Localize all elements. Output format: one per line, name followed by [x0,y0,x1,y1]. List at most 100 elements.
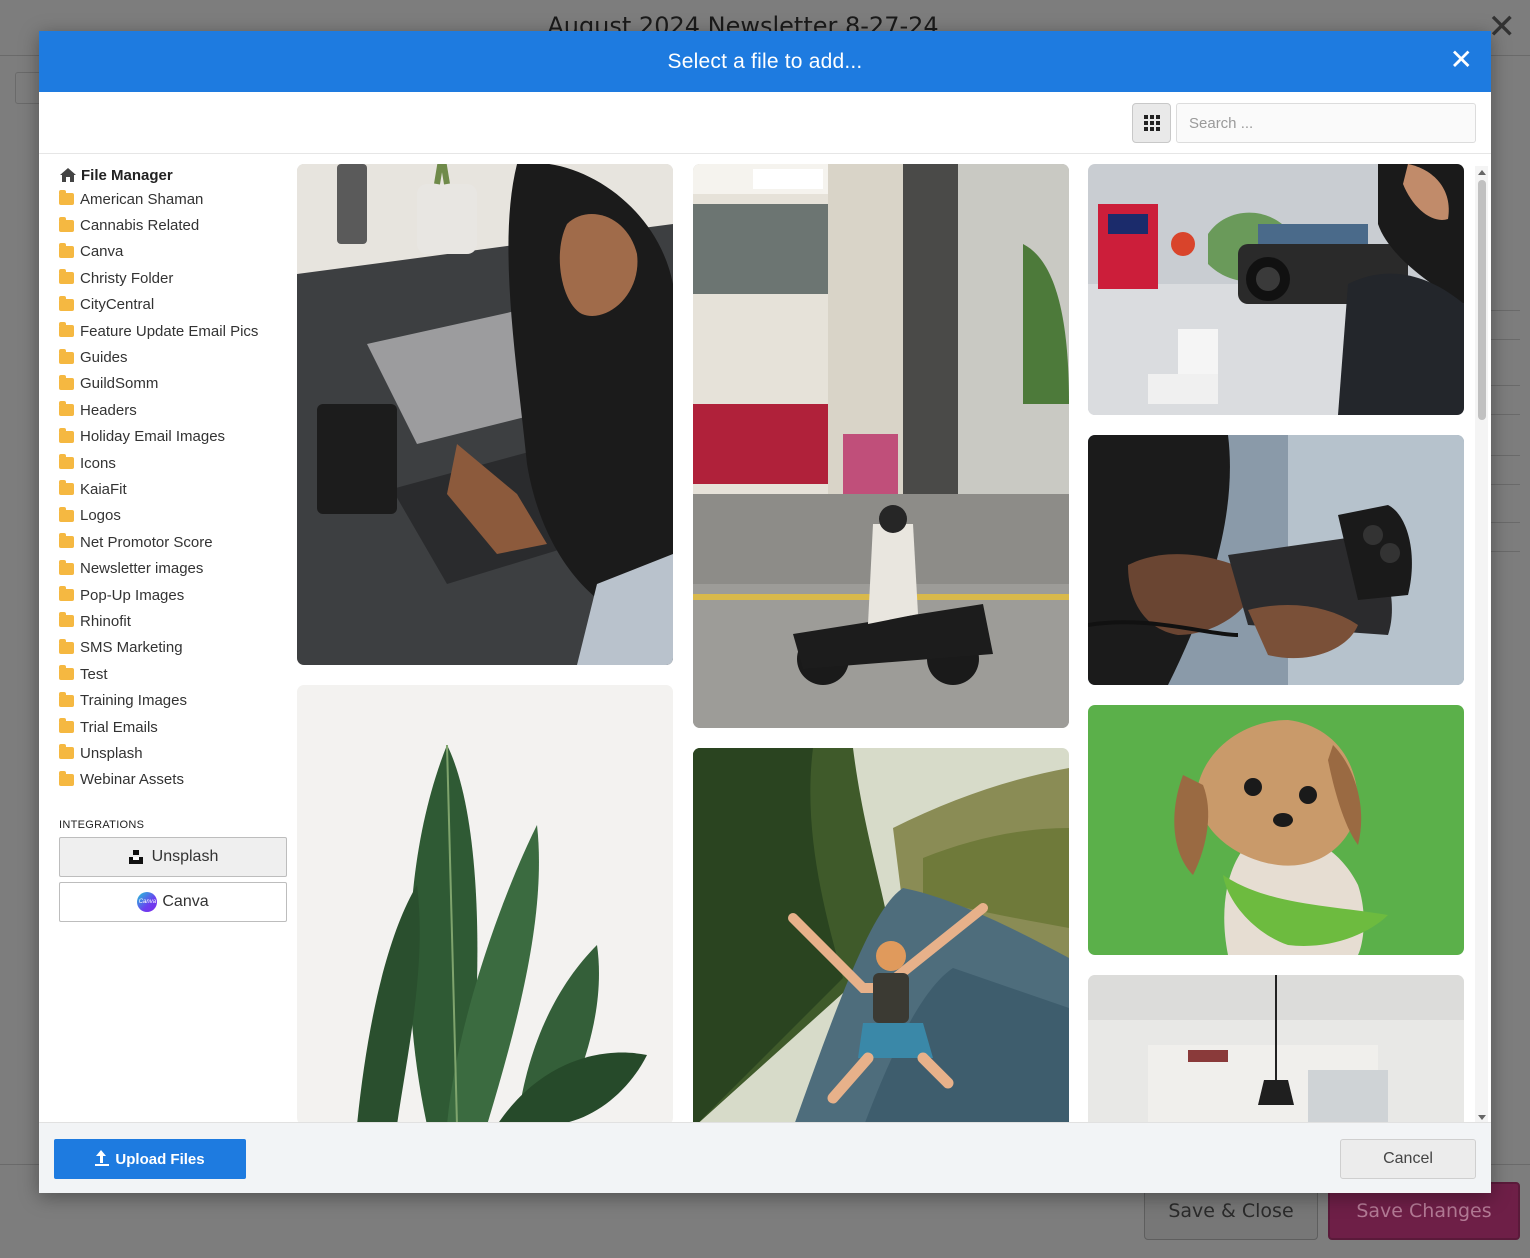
scroll-up-arrow-icon[interactable] [1478,170,1486,175]
portable-ssd-phone-photo [1088,435,1464,685]
folder-icon [59,612,74,628]
unsplash-icon [128,849,144,864]
gallery-image-tile[interactable] [1088,164,1464,415]
cliff-jump-river-photo [693,748,1069,1122]
folder-label: GuildSomm [80,375,159,393]
upload-files-button[interactable]: Upload Files [54,1139,246,1179]
folder-item[interactable]: Guides [59,344,289,370]
dog-green-bandana-photo [1088,705,1464,955]
editor-side-panel-edge [1490,522,1520,552]
folder-sidebar: File Manager American Shaman Cannabis Rel… [59,164,289,922]
pendant-lamp-room-photo [1088,975,1464,1122]
folder-icon [59,770,74,786]
gallery-image-tile[interactable] [1088,705,1464,955]
folder-label: Holiday Email Images [80,428,226,446]
folder-icon [59,295,74,311]
tropical-leaves-photo [297,685,673,1122]
folder-label: Newsletter images [80,560,204,578]
folder-label: Webinar Assets [80,771,184,789]
canva-label: Canva [162,892,209,910]
folder-item[interactable]: American Shaman [59,186,289,212]
folder-icon [59,242,74,258]
folder-item[interactable]: Newsletter images [59,555,289,581]
folder-label: Canva [80,243,124,261]
gallery-scrollbar[interactable] [1475,166,1488,1124]
home-icon [60,168,76,182]
folder-icon [59,190,74,206]
laptop-repair-photo [297,164,673,665]
gallery-image-tile[interactable] [297,685,673,1122]
folder-label: Pop-Up Images [80,586,185,604]
gallery-image-tile[interactable] [693,748,1069,1122]
folder-item[interactable]: SMS Marketing [59,635,289,661]
gallery-image-tile[interactable] [1088,975,1464,1122]
gallery-image-tile[interactable] [297,164,673,665]
folder-icon [59,691,74,707]
folder-item[interactable]: CityCentral [59,292,289,318]
search-input[interactable] [1176,103,1476,143]
folder-icon [59,586,74,602]
folder-label: Guides [80,349,128,367]
file-manager-label: File Manager [81,166,173,184]
folder-label: Christy Folder [80,269,174,287]
close-icon[interactable]: ✕ [1450,43,1473,76]
upload-label: Upload Files [115,1150,205,1168]
folder-item[interactable]: Headers [59,397,289,423]
grid-view-button[interactable] [1132,103,1171,143]
folder-icon [59,269,74,285]
folder-label: KaiaFit [80,480,127,498]
modal-footer: Upload Files Cancel [39,1122,1491,1193]
folder-item[interactable]: Unsplash [59,740,289,766]
folder-item[interactable]: Training Images [59,687,289,713]
folder-label: Unsplash [80,744,143,762]
folder-icon [59,322,74,338]
unsplash-label: Unsplash [151,847,219,865]
integrations-heading: INTEGRATIONS [59,818,145,831]
folder-label: Net Promotor Score [80,533,213,551]
folder-icon [59,454,74,470]
folder-item[interactable]: Logos [59,503,289,529]
folder-item[interactable]: Holiday Email Images [59,424,289,450]
folder-label: Training Images [80,692,187,710]
folder-item[interactable]: Christy Folder [59,265,289,291]
gallery-image-tile[interactable] [1088,435,1464,685]
folder-item[interactable]: Rhinofit [59,608,289,634]
folder-label: Cannabis Related [80,217,200,235]
folder-icon [59,506,74,522]
upload-icon [95,1150,110,1166]
canva-icon: Canva [137,891,158,912]
folder-item[interactable]: Cannabis Related [59,212,289,238]
folder-item[interactable]: Feature Update Email Pics [59,318,289,344]
folder-label: Headers [80,401,137,419]
editor-side-panel-edge [1490,310,1520,340]
cancel-button[interactable]: Cancel [1340,1139,1476,1179]
folder-item[interactable]: Canva [59,239,289,265]
folder-icon [59,638,74,654]
folder-item[interactable]: GuildSomm [59,371,289,397]
scroll-down-arrow-icon[interactable] [1478,1115,1486,1120]
file-manager-link[interactable]: File Manager [59,164,289,186]
folder-label: Trial Emails [80,718,158,736]
folder-label: CityCentral [80,296,155,314]
canva-integration-button[interactable]: Canva Canva [59,881,287,922]
unsplash-integration-button[interactable]: Unsplash [59,836,287,877]
folder-item[interactable]: Trial Emails [59,714,289,740]
folder-label: Logos [80,507,121,525]
gallery-image-tile[interactable] [693,164,1069,728]
folder-label: Feature Update Email Pics [80,322,259,340]
folder-label: Rhinofit [80,612,131,630]
folder-item[interactable]: Icons [59,450,289,476]
folder-item[interactable]: KaiaFit [59,476,289,502]
folder-item[interactable]: Net Promotor Score [59,529,289,555]
folder-icon [59,401,74,417]
scroll-thumb[interactable] [1478,180,1486,420]
folder-item[interactable]: Pop-Up Images [59,582,289,608]
folder-list: American Shaman Cannabis Related Canva Chri… [59,186,289,793]
folder-item[interactable]: Test [59,661,289,687]
folder-item[interactable]: Webinar Assets [59,767,289,793]
folder-icon [59,427,74,443]
editor-side-panel-edge [1490,455,1520,485]
folder-label: SMS Marketing [80,639,183,657]
folder-label: Test [80,665,108,683]
editor-close-icon[interactable]: ✕ [1488,10,1517,44]
